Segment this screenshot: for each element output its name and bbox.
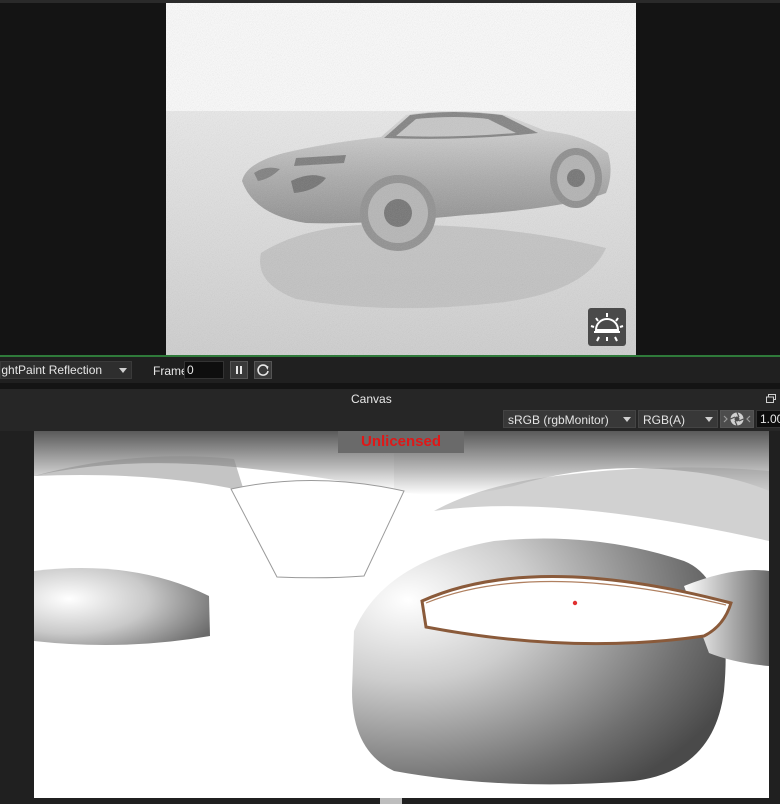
- paint-mode-label: LightPaint Reflection: [0, 363, 103, 377]
- frame-input[interactable]: 0: [184, 361, 224, 379]
- paint-mode-select[interactable]: LightPaint Reflection: [0, 361, 132, 379]
- canvas-title: Canvas: [351, 392, 392, 406]
- aperture-button[interactable]: [720, 410, 754, 428]
- render-preview[interactable]: [166, 3, 636, 356]
- scroll-handle[interactable]: [380, 798, 402, 804]
- aperture-icon: [723, 412, 751, 426]
- refresh-icon: [257, 364, 269, 376]
- chevron-down-icon: [119, 368, 127, 373]
- chevron-down-icon: [623, 417, 631, 422]
- chevron-down-icon: [705, 417, 713, 422]
- unlicensed-watermark: Unlicensed: [338, 431, 464, 453]
- channels-label: RGB(A): [643, 413, 685, 427]
- channels-select[interactable]: RGB(A): [638, 410, 718, 428]
- colorspace-label: sRGB (rgbMonitor): [508, 413, 609, 427]
- frame-label: Frame: [153, 364, 188, 378]
- pause-button[interactable]: [230, 361, 248, 379]
- hdr-light-icon[interactable]: [588, 308, 626, 346]
- maximize-icon[interactable]: [766, 392, 776, 403]
- gamma-input[interactable]: 1.00: [756, 410, 780, 428]
- colorspace-select[interactable]: sRGB (rgbMonitor): [503, 410, 636, 428]
- refresh-button[interactable]: [254, 361, 272, 379]
- environment-map-canvas[interactable]: [34, 431, 769, 798]
